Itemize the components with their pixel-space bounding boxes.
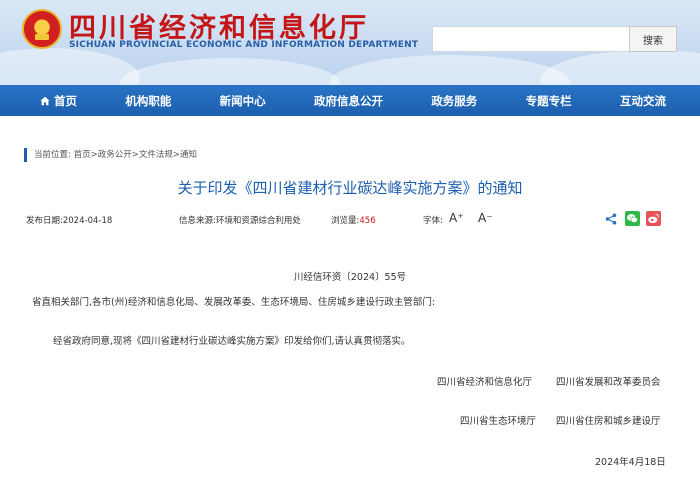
nav-item-home[interactable]: 首页 bbox=[40, 93, 77, 109]
breadcrumb-prefix: 当前位置: bbox=[34, 150, 71, 160]
body-paragraph: 经省政府同意,现将《四川省建材行业碳达峰实施方案》印发给你们,请认真贯彻落实。 bbox=[53, 336, 411, 347]
font-decrease-button[interactable]: A⁻ bbox=[478, 211, 493, 225]
header-cloud bbox=[540, 50, 700, 85]
signature-economy-dept: 四川省经济和信息化厅 bbox=[437, 377, 533, 388]
breadcrumb-link-documents[interactable]: 文件法规 bbox=[139, 150, 173, 160]
signature-development-commission: 四川省发展和改革委员会 bbox=[556, 377, 661, 388]
site-subtitle: SICHUAN PROVINCIAL ECONOMIC AND INFORMAT… bbox=[69, 40, 419, 50]
header-cloud bbox=[120, 58, 340, 85]
nav-item-topics[interactable]: 专题专栏 bbox=[526, 93, 572, 109]
article-content: 当前位置: 首页>政务公开>文件法规>通知 关于印发《四川省建材行业碳达峰实施方… bbox=[0, 116, 700, 499]
publish-date: 发布日期:2024-04-18 bbox=[26, 216, 113, 226]
nav-item-gov-info[interactable]: 政府信息公开 bbox=[314, 93, 383, 109]
article-meta: 发布日期:2024-04-18 信息来源:环境和资源综合利用处 浏览量:456 … bbox=[0, 211, 700, 227]
article-title: 关于印发《四川省建材行业碳达峰实施方案》的通知 bbox=[177, 179, 523, 197]
home-icon bbox=[40, 96, 50, 106]
breadcrumb-separator: > bbox=[90, 150, 98, 160]
nav-item-label: 首页 bbox=[54, 93, 77, 108]
header-cloud bbox=[330, 55, 570, 85]
breadcrumb: 当前位置: 首页>政务公开>文件法规>通知 bbox=[24, 148, 197, 162]
site-header: 四川省经济和信息化厅 SICHUAN PROVINCIAL ECONOMIC A… bbox=[0, 0, 700, 85]
breadcrumb-separator: > bbox=[131, 150, 139, 160]
breadcrumb-link-home[interactable]: 首页 bbox=[74, 150, 91, 160]
share-icon[interactable] bbox=[605, 213, 617, 225]
view-count-value: 456 bbox=[359, 216, 376, 226]
document-number: 川经信环资〔2024〕55号 bbox=[293, 272, 407, 283]
weibo-icon[interactable] bbox=[646, 211, 661, 226]
font-increase-button[interactable]: A⁺ bbox=[449, 211, 464, 225]
header-cloud bbox=[0, 48, 140, 85]
signature-housing-dept: 四川省住房和城乡建设厅 bbox=[556, 416, 661, 427]
nav-item-news[interactable]: 新闻中心 bbox=[220, 93, 266, 109]
nav-item-organization[interactable]: 机构职能 bbox=[125, 93, 171, 109]
font-size-label: 字体: bbox=[423, 216, 443, 226]
nav-item-interaction[interactable]: 互动交流 bbox=[620, 93, 666, 109]
breadcrumb-separator: > bbox=[172, 150, 180, 160]
main-nav: 首页 机构职能 新闻中心 政府信息公开 政务服务 专题专栏 互动交流 bbox=[0, 85, 700, 116]
info-source: 信息来源:环境和资源综合利用处 bbox=[179, 216, 301, 226]
addressee-line: 省直相关部门,各市(州)经济和信息化局、发展改革委、生态环境局、住房城乡建设行政… bbox=[32, 297, 436, 308]
breadcrumb-link-gov-affairs[interactable]: 政务公开 bbox=[98, 150, 132, 160]
national-emblem-icon[interactable] bbox=[22, 9, 62, 49]
search-button[interactable]: 搜索 bbox=[629, 26, 677, 52]
breadcrumb-link-notices[interactable]: 通知 bbox=[180, 150, 197, 160]
signature-ecology-dept: 四川省生态环境厅 bbox=[460, 416, 537, 427]
wechat-icon[interactable] bbox=[625, 211, 640, 226]
view-count: 浏览量:456 bbox=[331, 214, 376, 226]
search-input[interactable] bbox=[432, 26, 630, 52]
nav-item-services[interactable]: 政务服务 bbox=[431, 93, 477, 109]
signature-date: 2024年4月18日 bbox=[595, 457, 666, 468]
view-count-label: 浏览量: bbox=[331, 216, 360, 226]
